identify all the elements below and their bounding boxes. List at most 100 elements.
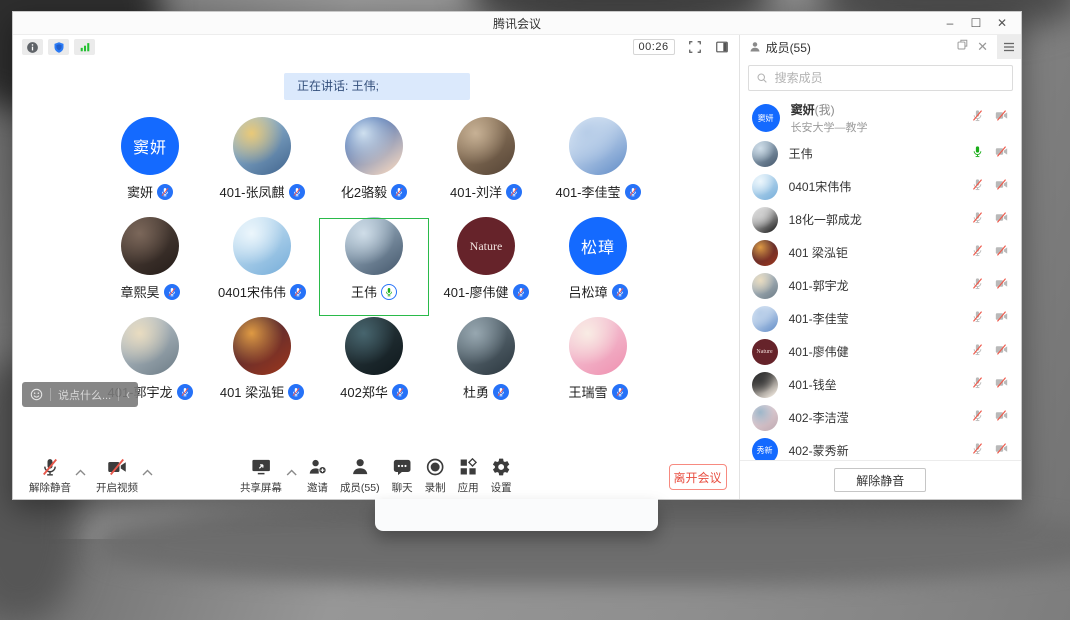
camera-off-icon[interactable] (994, 109, 1009, 127)
participant-tile[interactable]: 松璋吕松璋 (542, 217, 654, 317)
toolbar-apps-button[interactable]: 应用 (452, 457, 485, 495)
mic-muted-icon[interactable] (971, 178, 984, 196)
mic-muted-icon[interactable] (971, 277, 984, 295)
emoji-smiley-icon[interactable] (30, 388, 43, 401)
participant-name: 杜勇 (463, 382, 489, 401)
panel-menu-button[interactable] (997, 35, 1021, 59)
camera-off-icon[interactable] (994, 442, 1009, 460)
chat-input-placeholder[interactable]: 说点什么... (58, 387, 111, 403)
participant-tile[interactable]: 化2骆毅 (318, 117, 430, 217)
member-row[interactable]: 401-李佳莹 (740, 302, 1021, 335)
member-row[interactable]: Nature401-廖伟健 (740, 335, 1021, 368)
member-search-input[interactable] (773, 70, 1005, 86)
participant-tile[interactable]: 401-刘洋 (430, 117, 542, 217)
toolbar-chat-button[interactable]: 聊天 (386, 457, 419, 495)
unmute-all-button[interactable]: 解除静音 (834, 468, 926, 492)
participant-tile[interactable]: 王伟 (318, 217, 430, 317)
security-button[interactable] (48, 39, 69, 55)
participant-tile[interactable]: 窦妍窦妍 (94, 117, 206, 217)
titlebar[interactable]: 腾讯会议 – ☐ ✕ (13, 12, 1021, 35)
camera-off-icon[interactable] (994, 244, 1009, 262)
participant-name: 401-刘洋 (450, 182, 502, 201)
member-row[interactable]: 窦妍窦妍(我)长安大学—教学 (740, 99, 1021, 137)
mic-muted-icon[interactable] (971, 244, 984, 262)
participant-name: 401 梁泓钜 (220, 382, 284, 401)
close-button[interactable]: ✕ (989, 12, 1015, 34)
toolbar-record-button[interactable]: 录制 (419, 457, 452, 495)
chevron-left-icon[interactable]: ‹ (126, 387, 130, 403)
record-icon (425, 457, 445, 477)
toolbar-mic-button[interactable]: 解除静音 (23, 457, 77, 495)
participant-tile[interactable]: 王瑞雪 (542, 317, 654, 417)
fullscreen-button[interactable] (688, 40, 702, 54)
member-text: 18化一郭成龙 (789, 211, 862, 228)
mic-muted-icon[interactable] (971, 442, 984, 460)
mic-muted-icon[interactable] (971, 376, 984, 394)
meeting-info-button[interactable] (22, 39, 43, 55)
member-row[interactable]: 秀新402-蒙秀新 (740, 434, 1021, 460)
camera-off-icon[interactable] (994, 211, 1009, 229)
avatar (752, 372, 778, 398)
participant-tile[interactable]: 章熙昊 (94, 217, 206, 317)
layout-toggle-button[interactable] (715, 40, 729, 54)
mic-muted-icon[interactable] (971, 211, 984, 229)
member-row[interactable]: 王伟 (740, 137, 1021, 170)
minimize-button[interactable]: – (937, 12, 963, 34)
leave-meeting-button[interactable]: 离开会议 (669, 464, 727, 490)
member-row[interactable]: 402-李洁滢 (740, 401, 1021, 434)
member-row[interactable]: 0401宋伟伟 (740, 170, 1021, 203)
participant-tile[interactable]: Nature401-廖伟健 (430, 217, 542, 317)
mic-muted-icon[interactable] (971, 409, 984, 427)
participant-name-row: 401-李佳莹 (555, 182, 640, 201)
mic-muted-badge (612, 284, 628, 300)
background-window[interactable] (375, 499, 658, 531)
participant-tile[interactable]: 402郑华 (318, 317, 430, 417)
camera-off-icon[interactable] (994, 376, 1009, 394)
toolbar-members-button[interactable]: 成员(55) (334, 457, 386, 495)
mic-muted-icon[interactable] (971, 109, 984, 127)
member-row[interactable]: 18化一郭成龙 (740, 203, 1021, 236)
member-status-icons (971, 178, 1009, 196)
member-name: 401-廖伟健 (789, 343, 849, 360)
participant-tile[interactable]: 杜勇 (430, 317, 542, 417)
maximize-button[interactable]: ☐ (963, 12, 989, 34)
avatar: 秀新 (752, 438, 778, 461)
close-panel-button[interactable]: ✕ (977, 39, 988, 55)
camera-off-icon[interactable] (994, 145, 1009, 163)
network-status-button[interactable] (74, 39, 95, 55)
participant-tile[interactable]: 401 梁泓钜 (206, 317, 318, 417)
avatar: 窦妍 (121, 117, 179, 175)
popout-panel-button[interactable] (956, 38, 969, 56)
member-row[interactable]: 401-钱垒 (740, 368, 1021, 401)
toolbar-invite-button[interactable]: 邀请 (301, 457, 334, 495)
member-text: 王伟 (789, 145, 813, 162)
toolbar-settings-button[interactable]: 设置 (485, 457, 518, 495)
camera-off-icon[interactable] (994, 343, 1009, 361)
avatar (457, 317, 515, 375)
participant-tile[interactable]: 401-李佳莹 (542, 117, 654, 217)
member-text: 402-李洁滢 (789, 409, 849, 426)
participant-tile[interactable]: 0401宋伟伟 (206, 217, 318, 317)
caret-up-icon[interactable] (75, 464, 86, 482)
chat-quickbar[interactable]: 说点什么... ‹ (22, 382, 138, 407)
member-row[interactable]: 401 梁泓钜 (740, 236, 1021, 269)
member-search-box[interactable] (748, 65, 1013, 91)
toolbar-video-button[interactable]: 开启视频 (90, 457, 144, 495)
mic-muted-badge (391, 184, 407, 200)
apps-icon (458, 457, 478, 477)
member-row[interactable]: 401-郭宇龙 (740, 269, 1021, 302)
mic-muted-icon[interactable] (971, 343, 984, 361)
camera-off-icon[interactable] (994, 310, 1009, 328)
member-text: 窦妍(我)长安大学—教学 (791, 101, 868, 135)
camera-off-icon[interactable] (994, 277, 1009, 295)
caret-up-icon[interactable] (142, 464, 153, 482)
mic-on-icon[interactable] (971, 145, 984, 163)
camera-off-icon[interactable] (994, 178, 1009, 196)
caret-up-icon[interactable] (286, 464, 297, 482)
mic-muted-icon[interactable] (971, 310, 984, 328)
camera-off-icon[interactable] (994, 409, 1009, 427)
toolbar-share-button[interactable]: 共享屏幕 (234, 457, 288, 495)
mic-muted-badge (513, 284, 529, 300)
mic-muted-badge (288, 384, 304, 400)
participant-tile[interactable]: 401-张凤麒 (206, 117, 318, 217)
